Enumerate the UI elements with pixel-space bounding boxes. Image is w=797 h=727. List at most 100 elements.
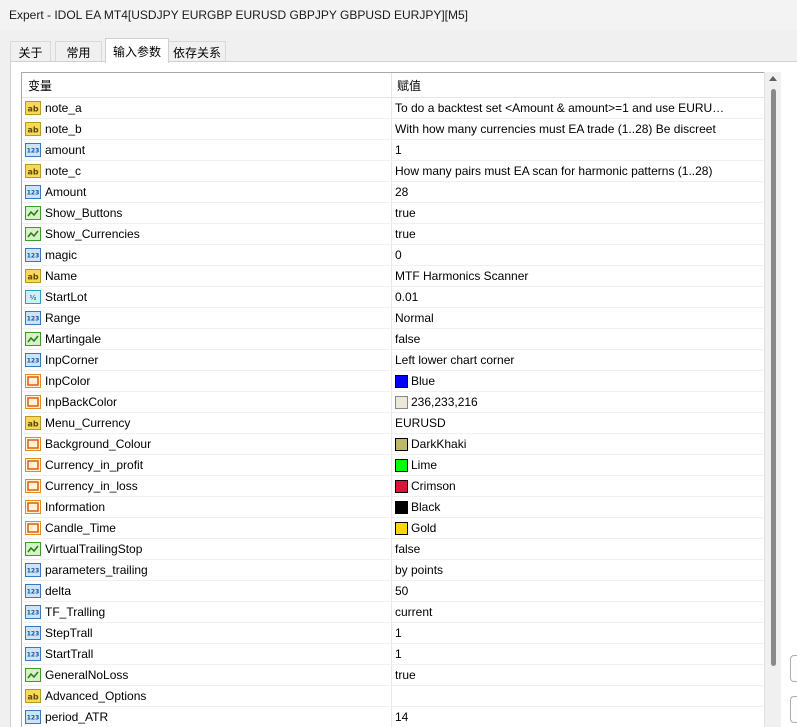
value-cell[interactable]: DarkKhaki [392, 434, 764, 454]
vertical-scrollbar[interactable] [764, 72, 781, 727]
variable-cell[interactable]: VirtualTrailingStop [22, 539, 392, 559]
value-cell[interactable]: 0 [392, 245, 764, 265]
variable-cell[interactable]: 123 Amount [22, 182, 392, 202]
value-cell[interactable]: 1 [392, 623, 764, 643]
value-cell[interactable]: true [392, 203, 764, 223]
parameter-row[interactable]: 123 StepTrall 1 [22, 623, 764, 644]
parameter-row[interactable]: 123 magic 0 [22, 245, 764, 266]
variable-cell[interactable]: 123 amount [22, 140, 392, 160]
parameter-row[interactable]: 123 StartTrall 1 [22, 644, 764, 665]
parameter-row[interactable]: ab Name MTF Harmonics Scanner [22, 266, 764, 287]
parameter-row[interactable]: Background_Colour DarkKhaki [22, 434, 764, 455]
variable-cell[interactable]: 123 TF_Tralling [22, 602, 392, 622]
parameter-row[interactable]: 123 TF_Tralling current [22, 602, 764, 623]
variable-cell[interactable]: ab Name [22, 266, 392, 286]
variable-cell[interactable]: Show_Currencies [22, 224, 392, 244]
tab-dependencies[interactable]: 依存关系 [168, 41, 226, 62]
value-cell[interactable]: 1 [392, 140, 764, 160]
value-cell[interactable]: Blue [392, 371, 764, 391]
variable-cell[interactable]: 123 StartTrall [22, 644, 392, 664]
parameter-row[interactable]: GeneralNoLoss true [22, 665, 764, 686]
column-header-value[interactable]: 赋值 [392, 73, 764, 97]
parameter-row[interactable]: Show_Buttons true [22, 203, 764, 224]
parameter-row[interactable]: 123 period_ATR 14 [22, 707, 764, 727]
value-cell[interactable]: Normal [392, 308, 764, 328]
parameter-row[interactable]: ab note_c How many pairs must EA scan for … [22, 161, 764, 182]
variable-cell[interactable]: Currency_in_profit [22, 455, 392, 475]
value-cell[interactable]: Crimson [392, 476, 764, 496]
variable-cell[interactable]: 123 Range [22, 308, 392, 328]
variable-cell[interactable]: 123 delta [22, 581, 392, 601]
value-cell[interactable]: false [392, 329, 764, 349]
parameter-row[interactable]: InpColor Blue [22, 371, 764, 392]
variable-cell[interactable]: 123 InpCorner [22, 350, 392, 370]
value-cell[interactable]: MTF Harmonics Scanner [392, 266, 764, 286]
variable-cell[interactable]: ab note_b [22, 119, 392, 139]
parameter-row[interactable]: ab Menu_Currency EURUSD [22, 413, 764, 434]
variable-cell[interactable]: 123 period_ATR [22, 707, 392, 727]
value-cell[interactable]: current [392, 602, 764, 622]
parameter-row[interactable]: 123 Range Normal [22, 308, 764, 329]
value-cell[interactable]: Black [392, 497, 764, 517]
value-cell[interactable]: With how many currencies must EA trade (… [392, 119, 764, 139]
value-cell[interactable]: 236,233,216 [392, 392, 764, 412]
variable-cell[interactable]: ab Advanced_Options [22, 686, 392, 706]
value-cell[interactable]: 50 [392, 581, 764, 601]
parameter-row[interactable]: Currency_in_profit Lime [22, 455, 764, 476]
variable-cell[interactable]: Show_Buttons [22, 203, 392, 223]
variable-cell[interactable]: InpColor [22, 371, 392, 391]
variable-cell[interactable]: GeneralNoLoss [22, 665, 392, 685]
parameter-row[interactable]: 123 amount 1 [22, 140, 764, 161]
variable-cell[interactable]: Background_Colour [22, 434, 392, 454]
value-cell[interactable]: by points [392, 560, 764, 580]
variable-cell[interactable]: ab Menu_Currency [22, 413, 392, 433]
variable-cell[interactable]: ½ StartLot [22, 287, 392, 307]
tab-inputs[interactable]: 输入参数 [105, 38, 169, 63]
variable-cell[interactable]: InpBackColor [22, 392, 392, 412]
parameter-row[interactable]: InpBackColor 236,233,216 [22, 392, 764, 413]
value-cell[interactable]: 0.01 [392, 287, 764, 307]
tab-about[interactable]: 关于 [10, 41, 51, 62]
value-cell[interactable]: 1 [392, 644, 764, 664]
parameter-row[interactable]: Martingale false [22, 329, 764, 350]
parameter-row[interactable]: ½ StartLot 0.01 [22, 287, 764, 308]
side-button[interactable] [790, 696, 797, 723]
variable-cell[interactable]: ab note_c [22, 161, 392, 181]
variable-cell[interactable]: 123 magic [22, 245, 392, 265]
value-cell[interactable]: false [392, 539, 764, 559]
parameter-row[interactable]: VirtualTrailingStop false [22, 539, 764, 560]
parameter-row[interactable]: ab note_a To do a backtest set <Amount & a… [22, 98, 764, 119]
side-button[interactable] [790, 655, 797, 682]
value-cell[interactable]: true [392, 665, 764, 685]
parameter-row[interactable]: ab note_b With how many currencies must EA… [22, 119, 764, 140]
value-cell[interactable]: Gold [392, 518, 764, 538]
tab-common[interactable]: 常用 [55, 41, 102, 62]
value-cell[interactable]: Left lower chart corner [392, 350, 764, 370]
value-cell[interactable]: Lime [392, 455, 764, 475]
variable-cell[interactable]: 123 parameters_trailing [22, 560, 392, 580]
variable-cell[interactable]: Candle_Time [22, 518, 392, 538]
column-header-variable[interactable]: 变量 [22, 73, 392, 97]
variable-cell[interactable]: Information [22, 497, 392, 517]
value-cell[interactable]: true [392, 224, 764, 244]
parameter-row[interactable]: 123 delta 50 [22, 581, 764, 602]
parameter-row[interactable]: 123 parameters_trailing by points [22, 560, 764, 581]
value-cell[interactable]: EURUSD [392, 413, 764, 433]
scroll-thumb[interactable] [771, 89, 776, 666]
variable-cell[interactable]: Martingale [22, 329, 392, 349]
scroll-up-arrow-icon[interactable] [769, 76, 777, 81]
parameter-row[interactable]: 123 InpCorner Left lower chart corner [22, 350, 764, 371]
value-cell[interactable]: How many pairs must EA scan for harmonic… [392, 161, 764, 181]
parameter-row[interactable]: Currency_in_loss Crimson [22, 476, 764, 497]
parameter-row[interactable]: Candle_Time Gold [22, 518, 764, 539]
value-cell[interactable]: 28 [392, 182, 764, 202]
value-cell[interactable]: 14 [392, 707, 764, 727]
parameter-row[interactable]: Show_Currencies true [22, 224, 764, 245]
value-cell[interactable] [392, 686, 764, 706]
parameter-row[interactable]: ab Advanced_Options [22, 686, 764, 707]
parameter-row[interactable]: Information Black [22, 497, 764, 518]
variable-cell[interactable]: ab note_a [22, 98, 392, 118]
variable-cell[interactable]: Currency_in_loss [22, 476, 392, 496]
variable-cell[interactable]: 123 StepTrall [22, 623, 392, 643]
parameter-row[interactable]: 123 Amount 28 [22, 182, 764, 203]
